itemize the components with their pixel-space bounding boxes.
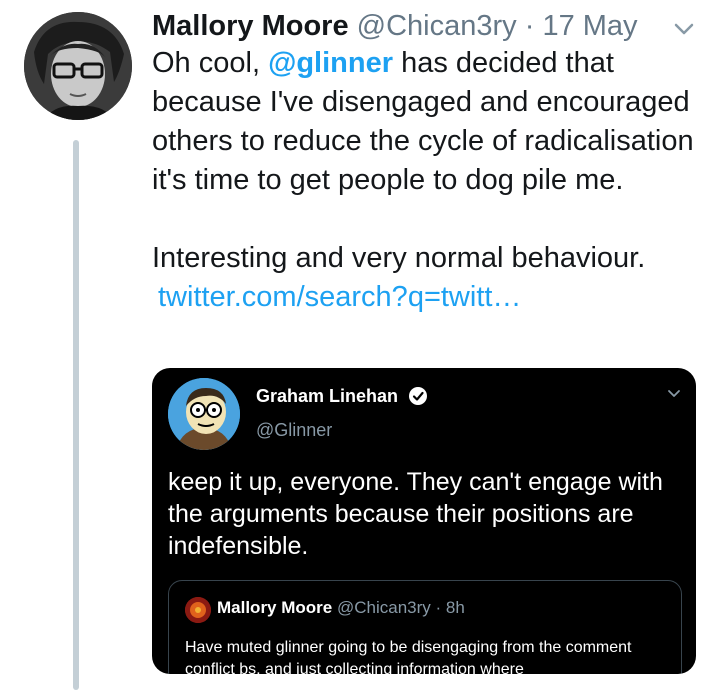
tweet-paragraph: Oh cool, @glinner has decided that becau… (152, 44, 702, 200)
quoted-author-name[interactable]: Mallory Moore (217, 598, 332, 617)
tweet-text-start: Oh cool, (152, 47, 269, 79)
verified-badge-icon (409, 387, 428, 405)
quoted-header: Mallory Moore @Chican3ry · 8h (217, 598, 465, 618)
thread-connector-line (73, 140, 79, 690)
embedded-tweet-text: keep it up, everyone. They can't engage … (168, 468, 663, 560)
meta-separator: · (516, 10, 543, 42)
embedded-author-name[interactable]: Graham Linehan (256, 386, 428, 407)
embedded-author-handle[interactable]: @Glinner (256, 420, 332, 441)
quoted-author-handle[interactable]: @Chican3ry (337, 598, 431, 617)
mention-link[interactable]: @glinner (268, 47, 393, 79)
tweet-body: Oh cool, @glinner has decided that becau… (152, 44, 702, 317)
embedded-tweet-card[interactable]: Graham Linehan @Glinner keep it up, ever… (152, 368, 696, 674)
quoted-tweet-card[interactable]: Mallory Moore @Chican3ry · 8h Have muted… (168, 580, 682, 674)
embedded-author-name-text: Graham Linehan (256, 386, 399, 406)
tweet-date[interactable]: 17 May (542, 10, 637, 42)
tweet-paragraph-second: Interesting and very normal behaviour. (152, 242, 646, 274)
author-handle[interactable]: @Chican3ry (357, 10, 517, 42)
search-link[interactable]: twitter.com/search?q=twitt… (152, 278, 702, 317)
tweet-header: Mallory Moore @Chican3ry · 17 May (152, 8, 690, 44)
quoted-avatar-image (185, 597, 211, 623)
quoted-tweet-text: Have muted glinner going to be disengagi… (185, 639, 632, 674)
chevron-down-icon[interactable] (666, 388, 682, 400)
profile-photo (24, 12, 132, 120)
author-name[interactable]: Mallory Moore (152, 10, 349, 42)
avatar[interactable] (24, 12, 132, 120)
quoted-avatar[interactable] (185, 597, 211, 623)
chevron-down-icon[interactable] (670, 18, 698, 40)
embedded-avatar[interactable] (168, 378, 240, 450)
quoted-time[interactable]: 8h (446, 598, 465, 617)
quoted-separator: · (430, 598, 446, 617)
cartoon-avatar-image (168, 378, 240, 450)
